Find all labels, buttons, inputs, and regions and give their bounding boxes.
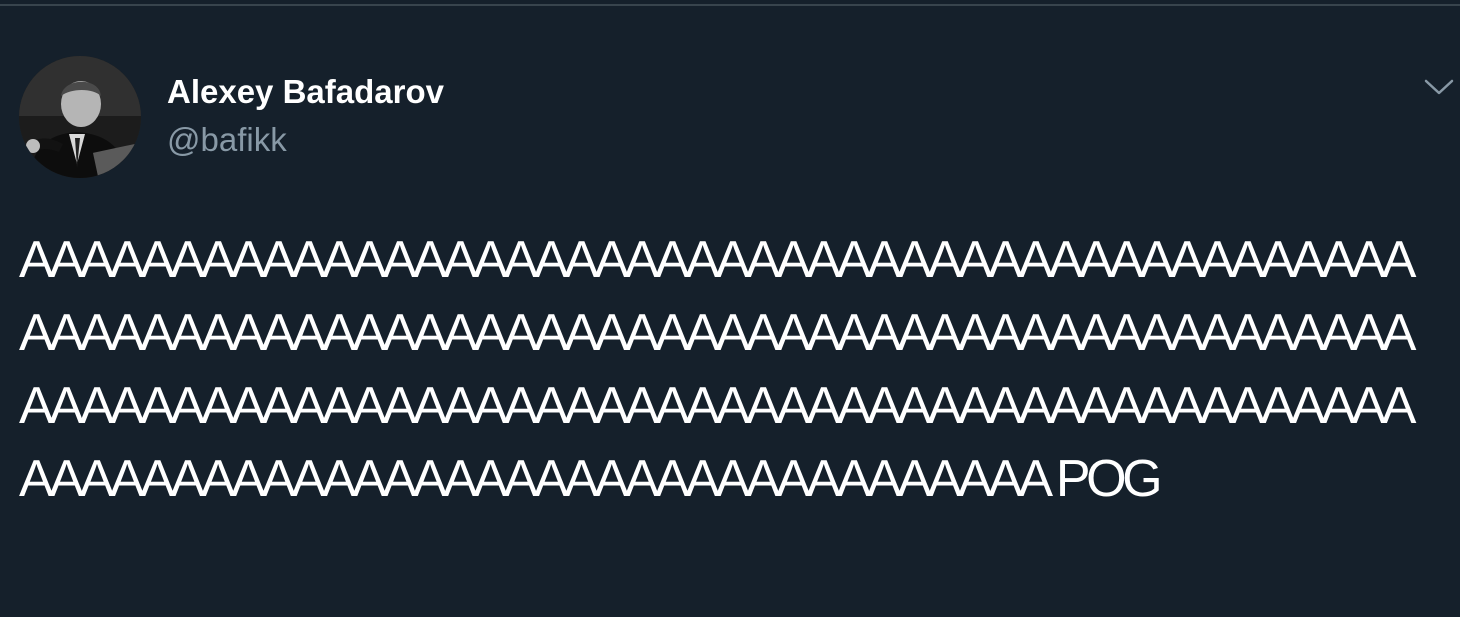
author-handle[interactable]: @bafikk — [167, 121, 287, 159]
avatar[interactable] — [19, 56, 141, 178]
chevron-down-icon — [1424, 79, 1454, 95]
more-options-button[interactable] — [1422, 72, 1456, 102]
tweet-text: AAAAAAAAAAAAAAAAAAAAAAAAAAAAAAAAAAAAAAAA… — [19, 231, 1416, 508]
tweet-card: Alexey Bafadarov @bafikk AAAAAAAAAAAAAAA… — [0, 0, 1460, 617]
author-display-name[interactable]: Alexey Bafadarov — [167, 73, 444, 111]
avatar-image — [19, 56, 141, 178]
